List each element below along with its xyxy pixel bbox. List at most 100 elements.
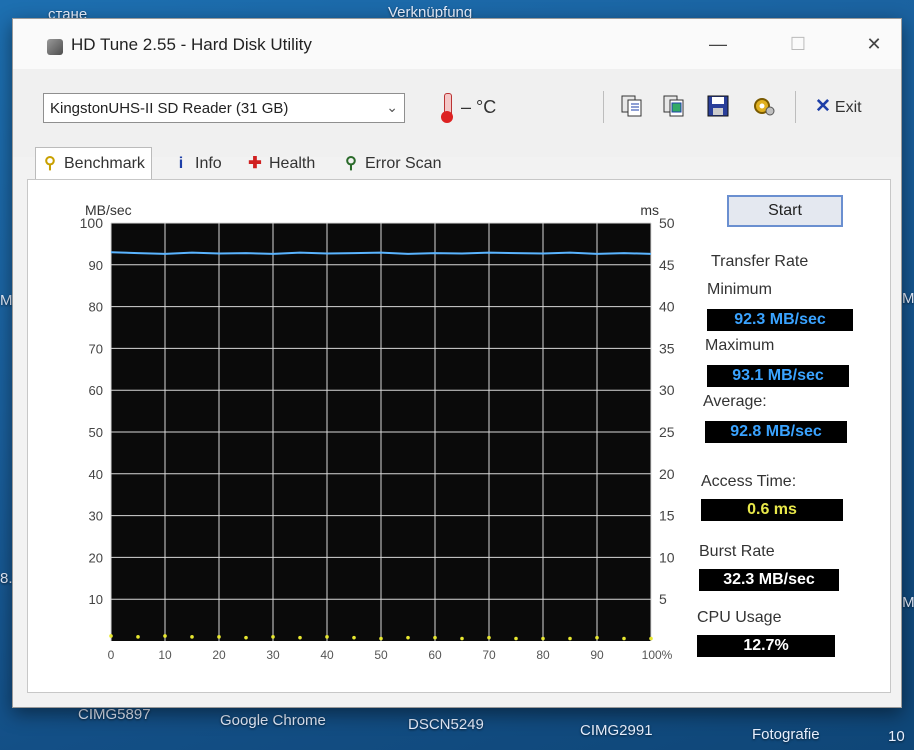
access-time-point <box>541 636 545 641</box>
chevron-down-icon: ⌄ <box>386 99 398 115</box>
maximum-value: 93.1 MB/sec <box>707 365 849 387</box>
tab-strip: ⚲ Benchmark i Info ✚ Health ⚲ Error Scan <box>13 147 901 181</box>
toolbar-separator <box>603 91 604 123</box>
y-right-tick-label: 35 <box>659 340 675 356</box>
y-right-tick-label: 20 <box>659 466 675 482</box>
cpu-usage-value: 12.7% <box>697 635 835 657</box>
save-icon[interactable] <box>705 93 731 119</box>
access-time-point <box>352 635 356 640</box>
access-time-point <box>487 635 491 640</box>
burst-rate-label: Burst Rate <box>699 543 775 560</box>
y-tick-label: 100 <box>80 215 104 231</box>
desktop-icon-label[interactable]: DSCN5249 <box>408 716 484 733</box>
title-bar[interactable]: HD Tune 2.55 - Hard Disk Utility — ☐ ✕ <box>13 19 901 69</box>
start-button[interactable]: Start <box>727 195 843 227</box>
exit-label: Exit <box>834 99 862 116</box>
access-time-point <box>298 635 302 640</box>
x-tick-label: 0 <box>108 648 115 662</box>
maximize-button[interactable]: ☐ <box>783 31 813 57</box>
y-axis-right-label: ms <box>640 202 659 218</box>
y-tick-label: 80 <box>89 300 103 315</box>
tab-info[interactable]: i Info <box>173 151 222 177</box>
y-tick-label: 10 <box>89 592 103 607</box>
minimum-label: Minimum <box>707 281 772 298</box>
desktop-icon-label[interactable]: 10 <box>888 728 905 745</box>
tab-label: Error Scan <box>365 155 442 172</box>
y-tick-label: 20 <box>89 550 103 565</box>
y-tick-label: 90 <box>89 258 103 273</box>
y-right-tick-label: 25 <box>659 424 675 440</box>
x-tick-label: 20 <box>212 648 226 662</box>
exit-button[interactable]: ✕ Exit <box>815 95 862 118</box>
access-time-point <box>109 634 113 638</box>
desktop-icon-label[interactable]: Google Chrome <box>220 712 326 729</box>
close-button[interactable]: ✕ <box>859 31 889 57</box>
access-time-value: 0.6 ms <box>701 499 843 521</box>
x-tick-label: 60 <box>428 648 442 662</box>
access-time-point <box>244 635 248 640</box>
y-right-tick-label: 30 <box>659 382 675 398</box>
x-tick-label: 10 <box>158 648 172 662</box>
minimum-value: 92.3 MB/sec <box>707 309 853 331</box>
toolbar-separator <box>795 91 796 123</box>
x-tick-label: 100% <box>642 648 673 662</box>
access-time-point <box>568 636 572 641</box>
desktop-icon-label[interactable]: CIMG2991 <box>580 722 653 739</box>
y-right-tick-label: 15 <box>659 508 675 524</box>
tab-label: Health <box>269 155 316 172</box>
access-time-point <box>271 635 275 639</box>
exit-icon: ✕ <box>815 96 831 117</box>
desktop-text-left-m: M <box>0 292 13 309</box>
y-tick-label: 60 <box>89 383 103 398</box>
access-time-point <box>379 636 383 641</box>
drive-select-value: KingstonUHS-II SD Reader (31 GB) <box>50 100 289 117</box>
copy-image-icon[interactable] <box>661 93 687 119</box>
y-right-tick-label: 45 <box>659 257 675 273</box>
tab-health[interactable]: ✚ Health <box>247 151 315 177</box>
access-time-point <box>217 635 221 639</box>
desktop-icon-label[interactable]: CIMG5897 <box>78 706 151 723</box>
tab-error-scan[interactable]: ⚲ Error Scan <box>343 151 441 177</box>
cpu-usage-label: CPU Usage <box>697 609 782 626</box>
toolbar: KingstonUHS-II SD Reader (31 GB) ⌄ – °C <box>13 69 901 157</box>
temperature-readout: – °C <box>461 97 497 117</box>
access-time-point <box>136 635 140 639</box>
bulb-icon: ⚲ <box>44 155 56 172</box>
access-time-label: Access Time: <box>701 473 797 490</box>
desktop-icon-label[interactable]: Fotografie <box>752 726 820 743</box>
access-time-point <box>514 636 518 641</box>
tab-benchmark[interactable]: ⚲ Benchmark <box>35 147 152 180</box>
copy-text-icon[interactable] <box>619 93 645 119</box>
info-icon: i <box>178 155 184 172</box>
drive-select[interactable]: KingstonUHS-II SD Reader (31 GB) ⌄ <box>43 93 405 123</box>
app-icon <box>47 39 63 55</box>
magnifier-icon: ⚲ <box>345 155 357 172</box>
y-tick-label: 30 <box>89 509 103 524</box>
y-right-tick-label: 40 <box>659 299 675 315</box>
average-label: Average: <box>703 393 767 410</box>
x-tick-label: 90 <box>590 648 604 662</box>
y-tick-label: 70 <box>89 341 103 356</box>
y-right-tick-label: 50 <box>659 215 675 231</box>
access-time-point <box>595 635 599 640</box>
minimize-button[interactable]: — <box>703 31 733 57</box>
access-time-point <box>460 636 464 641</box>
y-right-tick-label: 5 <box>659 591 667 607</box>
x-tick-label: 40 <box>320 648 334 662</box>
x-tick-label: 30 <box>266 648 280 662</box>
access-time-point <box>649 636 653 641</box>
tab-label: Benchmark <box>64 155 145 172</box>
burst-rate-value: 32.3 MB/sec <box>699 569 839 591</box>
y-tick-label: 40 <box>89 467 103 482</box>
x-tick-label: 70 <box>482 648 496 662</box>
health-cross-icon: ✚ <box>248 155 262 172</box>
y-right-tick-label: 10 <box>659 549 675 565</box>
hdtune-window: HD Tune 2.55 - Hard Disk Utility — ☐ ✕ K… <box>12 18 902 708</box>
options-icon[interactable] <box>751 93 777 119</box>
window-title: HD Tune 2.55 - Hard Disk Utility <box>71 35 312 54</box>
access-time-point <box>433 635 437 640</box>
access-time-point <box>406 635 410 640</box>
tab-label: Info <box>195 155 222 172</box>
benchmark-chart: MB/sec ms10010203040506070809051015202530… <box>80 202 675 662</box>
thermometer-icon <box>441 93 453 123</box>
